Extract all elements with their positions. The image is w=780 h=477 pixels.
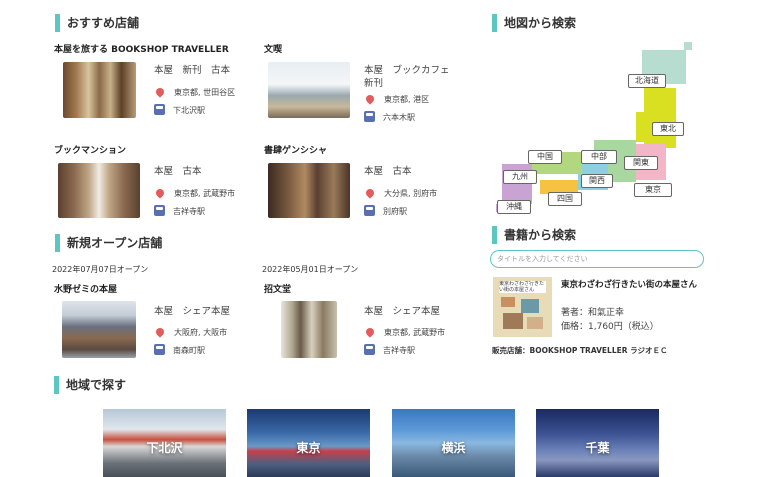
store-photo[interactable]: [63, 62, 136, 118]
train-icon: [364, 111, 375, 122]
map-pin-icon: [364, 93, 376, 105]
store-station: 別府駅: [364, 205, 407, 217]
book-cover[interactable]: 東京わざわざ行きたい街の本屋さん: [493, 277, 552, 337]
region-button-okinawa[interactable]: 沖縄: [497, 200, 531, 214]
area-card-yokohama[interactable]: 横浜: [392, 409, 515, 477]
store-address: 大阪府, 大阪市: [154, 326, 227, 339]
area-card-shimokitazawa[interactable]: 下北沢: [103, 409, 226, 477]
tohoku-region[interactable]: [644, 88, 676, 148]
store-name[interactable]: 書肆ゲンシシャ: [264, 143, 327, 156]
store-photo[interactable]: [281, 301, 337, 358]
store-station: 吉祥寺駅: [154, 205, 205, 217]
store-station: 吉祥寺駅: [364, 344, 415, 356]
region-button-kansai[interactable]: 関西: [581, 174, 613, 188]
store-station: 六本木駅: [364, 111, 415, 123]
area-section-title: 地域で探す: [54, 376, 126, 394]
store-name[interactable]: ブックマンション: [54, 143, 126, 156]
train-icon: [154, 344, 165, 355]
book-title[interactable]: 東京わざわざ行きたい街の本屋さん: [561, 278, 697, 290]
region-button-chugoku[interactable]: 中国: [528, 150, 562, 164]
store-address: 東京都, 港区: [364, 93, 429, 106]
store-station: 南森町駅: [154, 344, 205, 356]
open-date: 2022年05月01日オープン: [262, 265, 359, 274]
area-label: 東京: [296, 441, 321, 455]
store-address: 大分県, 別府市: [364, 187, 437, 200]
region-button-shikoku[interactable]: 四国: [548, 192, 582, 206]
map-pin-icon: [364, 187, 376, 199]
region-button-hokkaido[interactable]: 北海道: [628, 74, 666, 88]
train-icon: [364, 344, 375, 355]
region-button-kyushu[interactable]: 九州: [503, 170, 537, 184]
store-address: 東京都, 武蔵野市: [154, 187, 235, 200]
train-icon: [154, 205, 165, 216]
book-author: 著者：和氣正幸: [561, 308, 625, 318]
map-pin-icon: [364, 326, 376, 338]
area-card-tokyo[interactable]: 東京: [247, 409, 370, 477]
map-pin-icon: [154, 326, 166, 338]
region-button-chubu[interactable]: 中部: [581, 150, 617, 164]
store-tags: 本屋 古本: [154, 166, 202, 177]
store-photo[interactable]: [268, 62, 350, 118]
store-tags: 本屋 ブックカフェ 新刊: [364, 65, 460, 89]
book-seller[interactable]: 販売店舗：BOOKSHOP TRAVELLER ラジオＥＣ: [492, 345, 667, 356]
store-photo[interactable]: [268, 163, 350, 218]
store-name[interactable]: 水野ゼミの本屋: [54, 282, 117, 295]
region-button-tohoku[interactable]: 東北: [652, 122, 684, 136]
store-tags: 本屋 シェア本屋: [364, 306, 441, 317]
store-photo[interactable]: [58, 163, 140, 218]
store-name[interactable]: 文喫: [264, 42, 282, 55]
area-card-chiba[interactable]: 千葉: [536, 409, 659, 477]
area-label: 千葉: [585, 441, 610, 455]
book-search-input[interactable]: タイトルを入力してください: [490, 250, 704, 268]
store-address: 東京都, 武蔵野市: [364, 326, 445, 339]
store-tags: 本屋 古本: [364, 166, 412, 177]
store-tags: 本屋 新刊 古本: [154, 65, 231, 76]
recommended-section-title: おすすめ店舗: [55, 14, 139, 32]
train-icon: [364, 205, 375, 216]
store-tags: 本屋 シェア本屋: [154, 306, 231, 317]
area-label: 下北沢: [146, 441, 183, 455]
hokkaido-island: [684, 42, 692, 50]
region-button-kanto[interactable]: 関東: [624, 156, 658, 170]
open-date: 2022年07月07日オープン: [52, 265, 149, 274]
book-section-title: 書籍から検索: [492, 226, 576, 244]
train-icon: [154, 104, 165, 115]
map-pin-icon: [154, 86, 166, 98]
tohoku-region-west: [636, 112, 646, 142]
store-name[interactable]: 招文堂: [264, 282, 291, 295]
store-station: 下北沢駅: [154, 104, 205, 116]
store-name[interactable]: 本屋を旅する BOOKSHOP TRAVELLER: [54, 42, 229, 55]
book-cover-title: 東京わざわざ行きたい街の本屋さん: [499, 281, 546, 293]
area-label: 横浜: [441, 441, 466, 455]
region-button-tokyo[interactable]: 東京: [634, 183, 672, 197]
store-address: 東京都, 世田谷区: [154, 86, 235, 99]
new-open-section-title: 新規オープン店舗: [55, 234, 162, 252]
map-pin-icon: [154, 187, 166, 199]
book-price: 価格：1,760円（税込）: [561, 322, 659, 332]
map-section-title: 地図から検索: [492, 14, 576, 32]
store-photo[interactable]: [62, 301, 136, 358]
